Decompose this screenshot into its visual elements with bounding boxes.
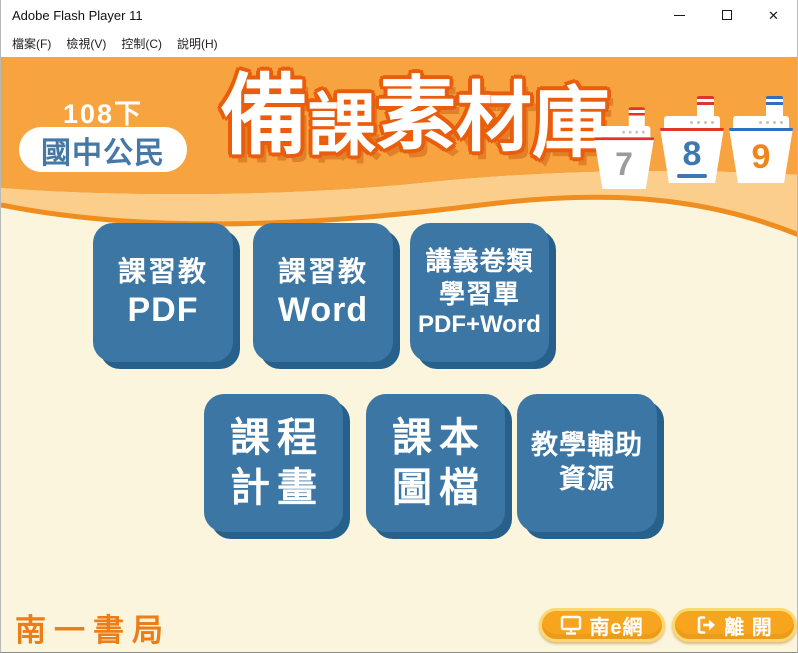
boat-funnel-icon	[629, 107, 645, 126]
boat-deck-icon	[664, 116, 720, 128]
grade-8-boat-button[interactable]: 8	[660, 96, 724, 183]
title-bar: Adobe Flash Player 11 ✕	[1, 0, 797, 30]
tile-label: PDF+Word	[418, 310, 541, 340]
flash-stage: 108下 國中公民 備 課 素 材 庫 7 8	[1, 57, 798, 653]
boat-hull-icon: 7	[594, 137, 654, 189]
nan-e-net-button[interactable]: 南e網	[539, 608, 665, 642]
tile-label: 資源	[559, 463, 615, 497]
title-char: 備	[220, 65, 308, 166]
boat-hull-icon: 8	[660, 128, 724, 183]
close-icon: ✕	[768, 9, 779, 22]
menu-bar: 檔案(F) 檢視(V) 控制(C) 說明(H)	[1, 30, 797, 57]
grade-8-number: 8	[683, 137, 702, 171]
publisher-logo: 南一書局	[15, 605, 171, 650]
menu-view[interactable]: 檢視(V)	[66, 35, 106, 52]
boat-deck-icon	[598, 126, 651, 137]
nan-e-net-label: 南e網	[589, 611, 643, 640]
window-controls: ✕	[656, 0, 797, 30]
boat-funnel-icon	[697, 96, 714, 116]
grade-9-number: 9	[752, 140, 771, 174]
tile-textbook-images[interactable]: 課本 圖檔	[366, 394, 505, 532]
selected-grade-underline	[677, 174, 707, 178]
title-char: 素	[376, 69, 456, 161]
tile-label: PDF	[128, 289, 199, 332]
tile-curriculum-plan[interactable]: 課程 計畫	[204, 394, 343, 532]
exit-icon	[696, 615, 717, 635]
window-title: Adobe Flash Player 11	[1, 8, 143, 23]
tile-label: 講義卷類	[425, 245, 533, 278]
menu-control[interactable]: 控制(C)	[121, 35, 162, 52]
minimize-icon	[674, 15, 685, 16]
tile-label: 計畫	[223, 463, 324, 513]
grade-selector: 7 8 9	[594, 96, 798, 242]
boat-deck-icon	[733, 116, 789, 128]
tile-label: 課習教	[118, 254, 208, 289]
grade-7-boat-button[interactable]: 7	[594, 107, 654, 189]
exit-button[interactable]: 離 開	[672, 608, 797, 642]
tile-coursebook-pdf[interactable]: 課習教 PDF	[93, 223, 233, 362]
grade-9-boat-button[interactable]: 9	[729, 96, 793, 183]
subject-label: 國中公民	[41, 128, 165, 172]
tile-label: Word	[278, 289, 368, 332]
tile-label: 學習單	[439, 278, 520, 311]
tile-label: 圖檔	[385, 463, 486, 513]
grade-7-number: 7	[615, 149, 633, 181]
title-char: 課	[308, 87, 376, 165]
minimize-button[interactable]	[656, 0, 703, 30]
app-title: 備 課 素 材 庫	[220, 57, 610, 158]
tile-label: 教學輔助	[531, 429, 643, 463]
maximize-icon	[722, 10, 732, 20]
menu-file[interactable]: 檔案(F)	[12, 35, 51, 52]
boat-funnel-icon	[766, 96, 783, 116]
title-char: 材	[456, 75, 532, 162]
boat-hull-icon: 9	[729, 128, 793, 183]
tile-label: 課本	[385, 413, 486, 463]
monitor-icon	[560, 615, 582, 635]
menu-help[interactable]: 說明(H)	[177, 35, 218, 52]
tile-label: 課習教	[278, 254, 368, 289]
flash-player-window: Adobe Flash Player 11 ✕ 檔案(F) 檢視(V) 控制(C…	[0, 0, 798, 653]
exit-label: 離 開	[724, 611, 773, 640]
tile-coursebook-word[interactable]: 課習教 Word	[253, 223, 393, 362]
tile-label: 課程	[223, 413, 324, 463]
tile-handouts-worksheets[interactable]: 講義卷類 學習單 PDF+Word	[410, 223, 549, 362]
tile-teaching-resources[interactable]: 教學輔助 資源	[517, 394, 657, 532]
close-button[interactable]: ✕	[750, 0, 797, 30]
semester-label: 108下	[19, 92, 187, 131]
maximize-button[interactable]	[703, 0, 750, 30]
subject-badge: 國中公民	[19, 127, 187, 172]
